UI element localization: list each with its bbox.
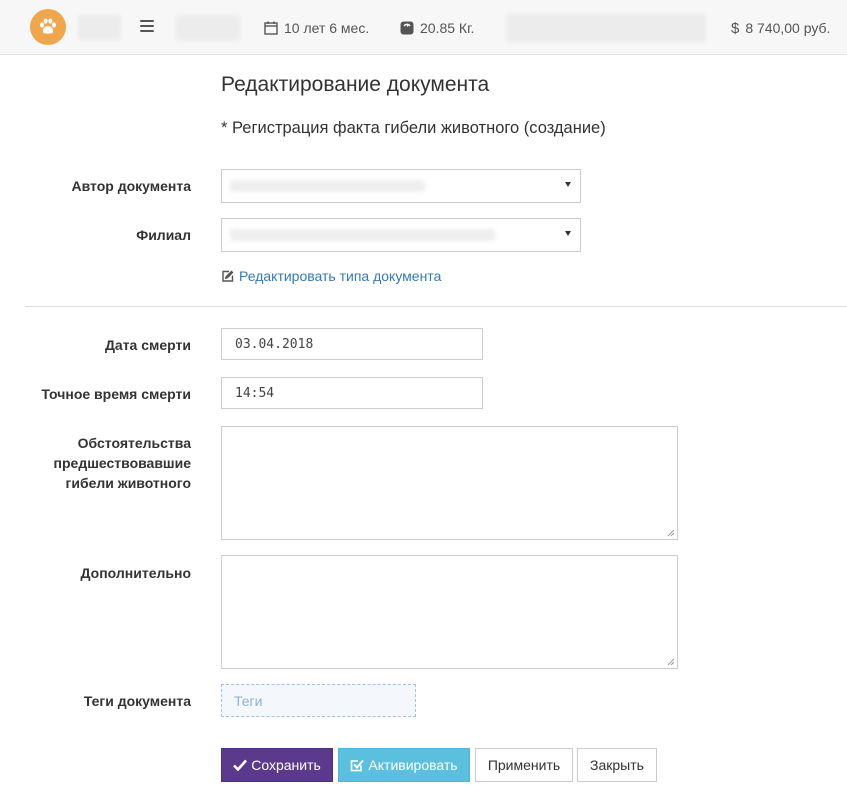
- edit-document-type-link[interactable]: Редактировать типа документа: [221, 268, 441, 284]
- circumstances-label: Обстоятельства предшествовавшие гибели ж…: [53, 435, 191, 491]
- section-divider: [25, 306, 847, 307]
- close-button[interactable]: Закрыть: [577, 748, 657, 782]
- resize-grip-icon[interactable]: [667, 529, 675, 537]
- author-select[interactable]: [221, 169, 581, 203]
- edit-icon: [222, 270, 234, 282]
- patient-name-blurred: [176, 15, 240, 41]
- tags-label: Теги документа: [83, 693, 191, 709]
- death-time-label: Точное время смерти: [41, 386, 191, 402]
- circumstances-textarea[interactable]: [221, 426, 678, 540]
- chevron-down-icon: [565, 182, 571, 187]
- branch-label: Филиал: [136, 227, 191, 243]
- branch-value-blurred: [230, 229, 495, 241]
- weight-text: 20.85 Кг.: [420, 20, 475, 36]
- document-type-subtitle: * Регистрация факта гибели животного (со…: [221, 119, 606, 137]
- account-balance: $ 8 740,00 руб.: [731, 18, 830, 38]
- patient-weight: 20.85 Кг.: [400, 18, 474, 38]
- balance-text: 8 740,00 руб.: [745, 20, 831, 36]
- hamburger-icon[interactable]: [140, 20, 154, 34]
- paw-icon: [40, 18, 56, 34]
- activate-button-label: Активировать: [368, 757, 458, 773]
- additional-label: Дополнительно: [80, 565, 191, 581]
- scale-icon: [400, 21, 414, 35]
- additional-textarea[interactable]: [221, 555, 678, 669]
- apply-button[interactable]: Применить: [475, 748, 573, 782]
- calendar-icon: [264, 21, 278, 35]
- death-time-input[interactable]: 14:54: [221, 377, 483, 409]
- resize-grip-icon[interactable]: [667, 658, 675, 666]
- death-date-label: Дата смерти: [104, 337, 191, 353]
- page-title: Редактирование документа: [221, 73, 490, 96]
- author-value-blurred: [230, 180, 425, 192]
- owner-name-blurred: [506, 14, 706, 42]
- user-name-blurred: [78, 15, 121, 40]
- edit-document-type-text: Редактировать типа документа: [239, 268, 442, 284]
- save-button-label: Сохранить: [251, 757, 321, 773]
- top-bar: 10 лет 6 мес. 20.85 Кг. $ 8 740,00 руб.: [0, 0, 847, 55]
- save-button[interactable]: Сохранить: [221, 748, 333, 782]
- chevron-down-icon: [565, 231, 571, 236]
- age-text: 10 лет 6 мес.: [284, 20, 370, 36]
- clinic-logo[interactable]: [30, 9, 66, 45]
- dollar-icon: $: [731, 19, 740, 37]
- branch-select[interactable]: [221, 218, 581, 252]
- check-icon: [233, 759, 248, 771]
- check-square-icon: [351, 759, 365, 772]
- tags-input[interactable]: Теги: [221, 684, 416, 717]
- activate-button[interactable]: Активировать: [338, 748, 470, 782]
- author-label: Автор документа: [71, 178, 192, 194]
- death-date-input[interactable]: 03.04.2018: [221, 328, 483, 360]
- patient-age: 10 лет 6 мес.: [264, 18, 369, 38]
